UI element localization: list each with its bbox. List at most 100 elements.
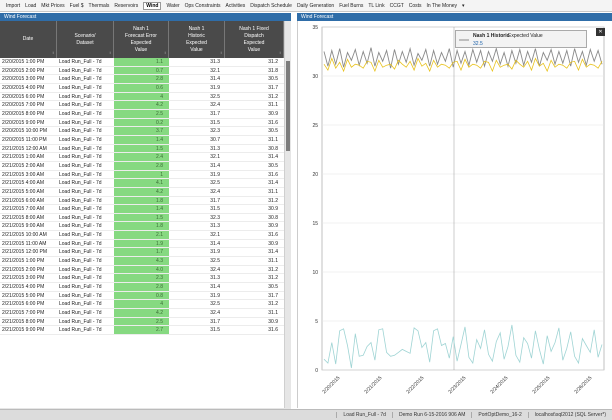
- table-cell[interactable]: Load Run_Full - 7d: [57, 136, 114, 144]
- table-cell[interactable]: 2/21/2015 2:00 AM: [0, 162, 57, 170]
- table-cell[interactable]: 2/21/2015 5:00 AM: [0, 188, 57, 196]
- table-cell[interactable]: 31.6: [225, 171, 284, 179]
- table-cell[interactable]: 32.3: [169, 127, 225, 135]
- table-row[interactable]: 2/20/2015 2:00 PM Load Run_Full - 7d 0.7 32…: [0, 66, 284, 76]
- table-cell[interactable]: 31.1: [225, 257, 284, 265]
- table-cell[interactable]: Load Run_Full - 7d: [57, 274, 114, 282]
- table-cell[interactable]: 32.5: [169, 300, 225, 308]
- table-cell[interactable]: 31.4: [169, 240, 225, 248]
- table-cell[interactable]: 31.1: [225, 188, 284, 196]
- table-cell[interactable]: Load Run_Full - 7d: [57, 257, 114, 265]
- table-cell[interactable]: Load Run_Full - 7d: [57, 240, 114, 248]
- table-cell[interactable]: 2/21/2015 9:00 PM: [0, 326, 57, 334]
- table-cell[interactable]: 31.2: [225, 300, 284, 308]
- table-cell[interactable]: 2/21/2015 5:00 PM: [0, 292, 57, 300]
- table-row[interactable]: 2/21/2015 3:00 AM Load Run_Full - 7d 1 31.9…: [0, 170, 284, 180]
- table-cell[interactable]: 31.6: [225, 231, 284, 239]
- table-cell[interactable]: 31.5: [169, 119, 225, 127]
- table-cell[interactable]: 2/20/2015 10:00 PM: [0, 127, 57, 135]
- table-cell[interactable]: 2/21/2015 6:00 PM: [0, 300, 57, 308]
- table-cell[interactable]: 0.8: [114, 291, 169, 300]
- table-cell[interactable]: 31.7: [225, 292, 284, 300]
- table-cell[interactable]: Load Run_Full - 7d: [57, 326, 114, 334]
- column-header[interactable]: Nash 1 Historic Expected Value ↕: [169, 21, 225, 58]
- table-cell[interactable]: 30.5: [225, 75, 284, 83]
- menu-item[interactable]: Wind: [143, 1, 162, 10]
- table-cell[interactable]: 2.8: [114, 283, 169, 291]
- table-cell[interactable]: 2.5: [114, 109, 169, 118]
- table-cell[interactable]: 31.4: [169, 283, 225, 291]
- table-cell[interactable]: 4.2: [114, 309, 169, 317]
- table-row[interactable]: 2/20/2015 7:00 PM Load Run_Full - 7d 4.2 32…: [0, 101, 284, 110]
- table-cell[interactable]: 2.5: [114, 317, 169, 326]
- table-cell[interactable]: 4.3: [114, 257, 169, 265]
- table-cell[interactable]: 2/21/2015 9:00 AM: [0, 222, 57, 230]
- table-cell[interactable]: 3.7: [114, 127, 169, 135]
- table-cell[interactable]: 2.7: [114, 326, 169, 334]
- table-cell[interactable]: 30.5: [225, 127, 284, 135]
- table-row[interactable]: 2/20/2015 6:00 PM Load Run_Full - 7d 4 32.5…: [0, 92, 284, 102]
- table-cell[interactable]: 2.1: [114, 231, 169, 239]
- table-cell[interactable]: Load Run_Full - 7d: [57, 214, 114, 222]
- sort-icon[interactable]: ↕: [52, 49, 54, 56]
- table-cell[interactable]: 31.2: [225, 197, 284, 205]
- table-row[interactable]: 2/20/2015 3:00 PM Load Run_Full - 7d 2.8 31…: [0, 75, 284, 84]
- table-cell[interactable]: Load Run_Full - 7d: [57, 93, 114, 101]
- table-cell[interactable]: 32.1: [169, 231, 225, 239]
- table-cell[interactable]: Load Run_Full - 7d: [57, 292, 114, 300]
- table-cell[interactable]: 30.5: [225, 283, 284, 291]
- table-cell[interactable]: 32.3: [169, 214, 225, 222]
- table-row[interactable]: 2/20/2015 9:00 PM Load Run_Full - 7d 0.2 31…: [0, 118, 284, 128]
- table-row[interactable]: 2/21/2015 2:00 AM Load Run_Full - 7d 2.8 31…: [0, 161, 284, 171]
- table-cell[interactable]: 31.1: [225, 136, 284, 144]
- menu-item[interactable]: Thermals: [89, 3, 110, 9]
- table-cell[interactable]: 30.7: [169, 136, 225, 144]
- table-cell[interactable]: 2/21/2015 3:00 PM: [0, 274, 57, 282]
- column-header[interactable]: Nash 1 Forecast Error Expected Value ↕: [114, 21, 169, 58]
- menu-item[interactable]: In The Money: [427, 3, 457, 9]
- table-cell[interactable]: 1.5: [114, 144, 169, 153]
- table-cell[interactable]: 31.3: [169, 274, 225, 282]
- table-row[interactable]: 2/21/2015 5:00 AM Load Run_Full - 7d 4.2 32…: [0, 187, 284, 197]
- table-cell[interactable]: 2/21/2015 11:00 AM: [0, 240, 57, 248]
- table-row[interactable]: 2/21/2015 9:00 PM Load Run_Full - 7d 2.7 31…: [0, 326, 284, 335]
- table-row[interactable]: 2/21/2015 4:00 AM Load Run_Full - 7d 4.1 32…: [0, 179, 284, 188]
- table-cell[interactable]: Load Run_Full - 7d: [57, 231, 114, 239]
- table-cell[interactable]: 0.7: [114, 66, 169, 75]
- table-cell[interactable]: 31.4: [225, 248, 284, 256]
- table-cell[interactable]: 4: [114, 300, 169, 309]
- table-cell[interactable]: 31.3: [169, 222, 225, 230]
- table-cell[interactable]: Load Run_Full - 7d: [57, 119, 114, 127]
- table-cell[interactable]: 31.4: [225, 153, 284, 161]
- table-cell[interactable]: 31.2: [225, 274, 284, 282]
- table-cell[interactable]: 31.9: [169, 171, 225, 179]
- table-cell[interactable]: 2/21/2015 4:00 PM: [0, 283, 57, 291]
- table-cell[interactable]: 2/20/2015 1:00 PM: [0, 58, 57, 66]
- table-cell[interactable]: 2/20/2015 6:00 PM: [0, 93, 57, 101]
- table-row[interactable]: 2/21/2015 8:00 PM Load Run_Full - 7d 2.5 31…: [0, 317, 284, 327]
- table-cell[interactable]: 32.4: [169, 266, 225, 274]
- table-cell[interactable]: 4.2: [114, 187, 169, 196]
- menu-item[interactable]: Costs: [409, 3, 422, 9]
- table-cell[interactable]: 31.6: [225, 119, 284, 127]
- grid-vertical-scrollbar[interactable]: [284, 21, 291, 408]
- table-cell[interactable]: 31.5: [169, 205, 225, 213]
- column-header[interactable]: Date ↕: [0, 21, 57, 58]
- table-cell[interactable]: 30.9: [225, 110, 284, 118]
- table-cell[interactable]: Load Run_Full - 7d: [57, 67, 114, 75]
- table-cell[interactable]: 2/20/2015 8:00 PM: [0, 110, 57, 118]
- table-cell[interactable]: 30.8: [225, 214, 284, 222]
- table-cell[interactable]: 2.4: [114, 153, 169, 161]
- table-cell[interactable]: 1: [114, 170, 169, 179]
- menu-overflow-chevron-icon[interactable]: ▾: [462, 3, 465, 9]
- table-row[interactable]: 2/21/2015 6:00 PM Load Run_Full - 7d 4 32.5…: [0, 300, 284, 310]
- table-cell[interactable]: Load Run_Full - 7d: [57, 145, 114, 153]
- menu-item[interactable]: Water: [166, 3, 179, 9]
- close-icon[interactable]: ✕: [596, 28, 605, 36]
- menu-item[interactable]: CCGT: [390, 3, 404, 9]
- sort-icon[interactable]: ↕: [164, 49, 166, 56]
- table-cell[interactable]: 4.2: [114, 101, 169, 109]
- table-row[interactable]: 2/21/2015 7:00 AM Load Run_Full - 7d 1.4 31…: [0, 205, 284, 214]
- column-header[interactable]: Nash 1 Fixed Dispatch Expected Value ↕: [225, 21, 284, 58]
- table-cell[interactable]: 32.5: [169, 93, 225, 101]
